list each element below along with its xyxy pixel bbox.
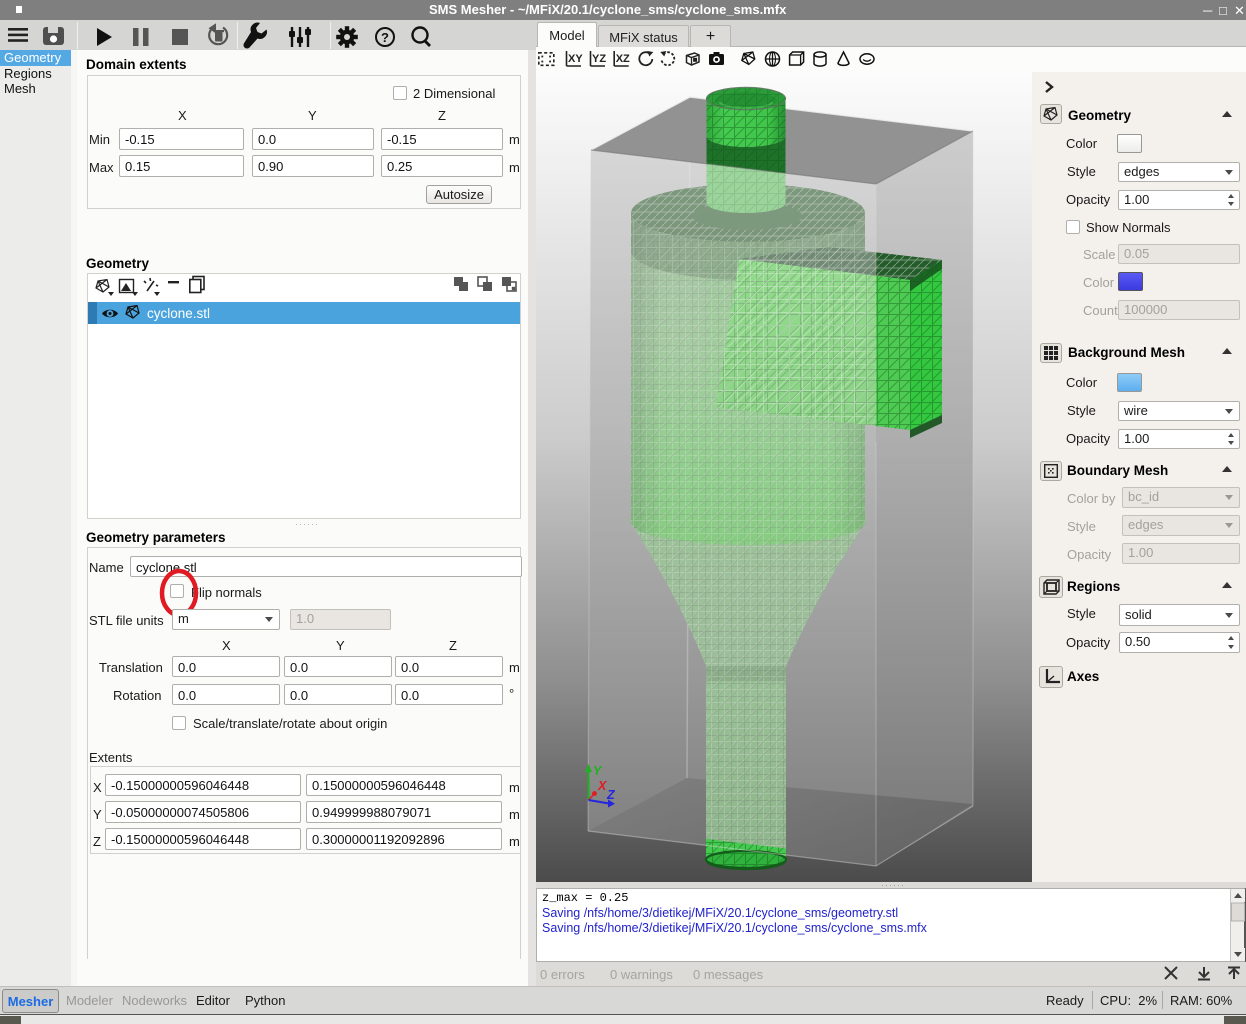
svg-text:XY: XY — [568, 53, 583, 65]
svg-text:Z: Z — [606, 788, 616, 802]
svg-text:X: X — [597, 779, 607, 793]
svg-text:YZ: YZ — [592, 53, 606, 65]
svg-text:XZ: XZ — [616, 53, 630, 65]
svg-text:cyclone.stl: cyclone.stl — [147, 306, 210, 321]
svg-text:?: ? — [381, 30, 389, 45]
